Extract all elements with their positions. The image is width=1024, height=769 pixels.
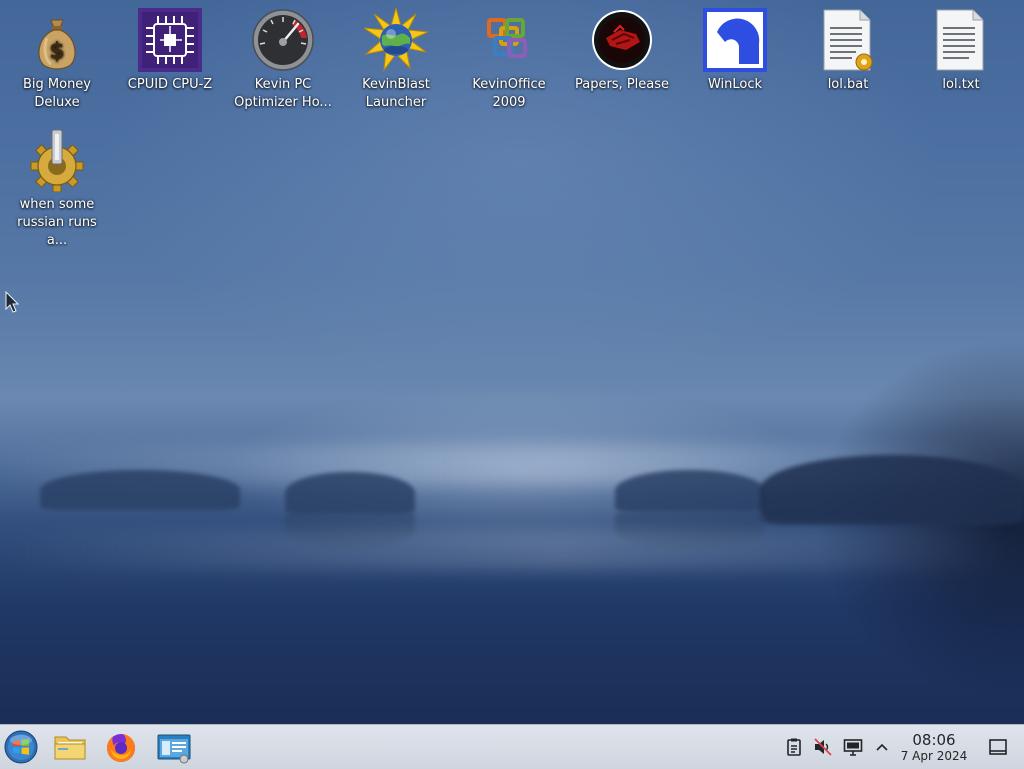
firefox-icon <box>107 734 135 762</box>
icon-label: WinLock <box>707 77 763 92</box>
clipboard-icon <box>787 738 801 756</box>
icon-label: Kevin PC Optimizer Ho... <box>234 77 332 110</box>
icon-label: Papers, Please <box>574 77 670 92</box>
settings-window-icon <box>157 734 191 764</box>
desktop-icon-winlock[interactable]: WinLock <box>683 8 787 94</box>
desktop-icon-papers-please[interactable]: Papers, Please <box>570 8 674 94</box>
folder-icon <box>54 736 86 760</box>
office-logo-icon <box>477 8 541 72</box>
icon-label: when some russian runs a... <box>17 197 97 248</box>
papers-please-seal-icon <box>590 8 654 72</box>
taskbar: 08:06 7 Apr 2024 <box>0 724 1024 769</box>
clock-time: 08:06 <box>912 731 956 749</box>
desktop-icon-cpuid-cpu-z[interactable]: CPUID CPU-Z <box>118 8 222 94</box>
desktop-icon-kevinblast-launcher[interactable]: KevinBlast Launcher <box>344 8 448 112</box>
tray-clipboard[interactable] <box>784 737 804 757</box>
cpu-chip-icon <box>138 8 202 72</box>
tray-display[interactable] <box>843 737 863 757</box>
tray-expand[interactable] <box>872 737 892 757</box>
desktop[interactable]: $ Big Money Deluxe CPUID CPU-Z Kevin PC … <box>0 0 1024 724</box>
mouse-cursor-icon <box>5 290 20 313</box>
desktop-icon-when-some-russian[interactable]: when some russian runs a... <box>5 128 109 250</box>
desktop-icon-lol-txt[interactable]: lol.txt <box>909 8 1013 94</box>
starburst-globe-icon <box>364 8 428 72</box>
taskbar-file-manager[interactable] <box>52 729 88 765</box>
money-bag-icon: $ <box>25 8 89 72</box>
clock-date: 7 Apr 2024 <box>900 749 968 763</box>
icon-label: lol.bat <box>827 77 869 92</box>
batch-file-icon <box>816 8 880 72</box>
display-icon <box>843 739 863 756</box>
winlock-icon <box>703 8 767 72</box>
icon-label: Big Money Deluxe <box>22 77 91 110</box>
speedometer-icon <box>251 8 315 72</box>
gear-icon <box>25 128 89 192</box>
icon-label: lol.txt <box>942 77 980 92</box>
tray-volume[interactable] <box>813 737 833 757</box>
taskbar-firefox[interactable] <box>103 729 139 765</box>
desktop-icon-big-money-deluxe[interactable]: $ Big Money Deluxe <box>5 8 109 112</box>
icon-label: KevinOffice 2009 <box>472 77 546 110</box>
start-button[interactable] <box>3 729 39 765</box>
text-file-icon <box>929 8 993 72</box>
svg-text:$: $ <box>49 39 64 64</box>
show-desktop-button[interactable] <box>988 737 1008 757</box>
desktop-icon-kevin-pc-optimizer[interactable]: Kevin PC Optimizer Ho... <box>231 8 335 112</box>
show-desktop-icon <box>989 739 1007 755</box>
volume-muted-icon <box>814 738 832 756</box>
desktop-icon-lol-bat[interactable]: lol.bat <box>796 8 900 94</box>
taskbar-system-settings[interactable] <box>156 729 192 765</box>
start-orb-icon <box>4 730 38 764</box>
desktop-icon-kevinoffice-2009[interactable]: KevinOffice 2009 <box>457 8 561 112</box>
digital-clock[interactable]: 08:06 7 Apr 2024 <box>896 732 972 764</box>
chevron-up-icon <box>876 743 888 751</box>
icon-label: KevinBlast Launcher <box>362 77 430 110</box>
icon-label: CPUID CPU-Z <box>127 77 213 92</box>
